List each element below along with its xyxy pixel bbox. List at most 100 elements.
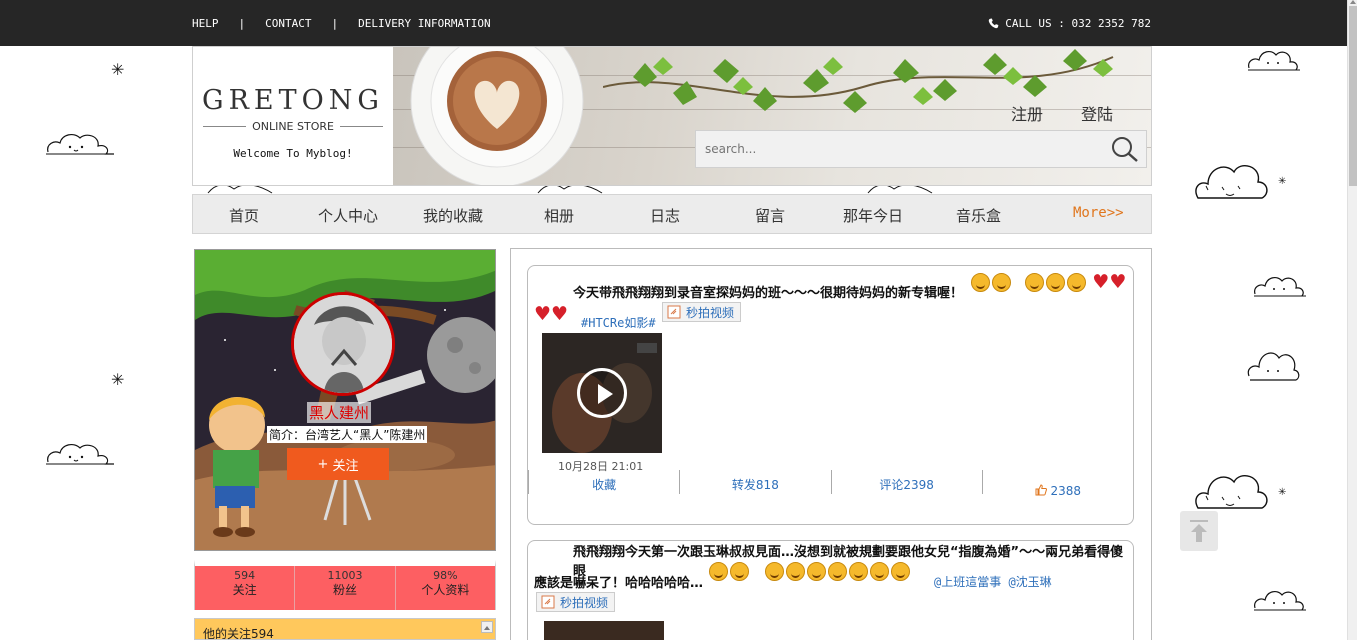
- star-doodle-icon: ✳: [1278, 176, 1287, 187]
- laughing-emoji-icon: [709, 562, 728, 581]
- cloud-doodle-icon: [1248, 50, 1300, 71]
- stat-profile-info[interactable]: 98% 个人资料: [396, 566, 495, 610]
- arrow-up-icon: [1190, 520, 1208, 542]
- search-icon[interactable]: [1108, 135, 1140, 163]
- video-thumbnail[interactable]: [544, 621, 664, 640]
- cloud-doodle-icon: [1195, 474, 1268, 509]
- repost-button[interactable]: 转发818: [679, 470, 830, 494]
- nav-more-link[interactable]: More>>: [1073, 205, 1124, 221]
- call-us: CALL US : 032 2352 782: [988, 17, 1151, 30]
- laughing-emoji-icon: [870, 562, 890, 581]
- heart-icon: ♥: [551, 303, 569, 325]
- back-to-top-button[interactable]: [1180, 511, 1218, 551]
- top-links: HELP | CONTACT | DELIVERY INFORMATION: [192, 17, 491, 30]
- phone-icon: [989, 18, 999, 29]
- avatar[interactable]: [291, 292, 395, 396]
- comment-button[interactable]: 评论2398: [830, 470, 982, 494]
- welcome-text: Welcome To Myblog!: [233, 147, 353, 160]
- heart-icon: ♥: [1109, 271, 1127, 293]
- heart-icon: ♥: [534, 303, 552, 325]
- nav-item-home[interactable]: 首页: [229, 205, 259, 226]
- laughing-emoji-icon: [730, 562, 749, 581]
- cloud-doodle-icon: [1254, 590, 1306, 611]
- nav-item-music-box[interactable]: 音乐盒: [956, 205, 1001, 226]
- stat-fans[interactable]: 11003 粉丝: [295, 566, 396, 610]
- nav-item-favorites[interactable]: 我的收藏: [423, 205, 483, 226]
- stat-label: 粉丝: [332, 583, 357, 597]
- stat-value: 11003: [327, 569, 363, 582]
- logo[interactable]: GRETONG ONLINE STORE Welcome To Myblog!: [193, 47, 393, 185]
- nav-item-on-this-day[interactable]: 那年今日: [843, 205, 903, 226]
- post-card: 飛飛翔翔今天第一次跟玉琳叔叔見面…沒想到就被規劃要跟他女兒“指腹為婚”～～兩兄弟…: [527, 540, 1134, 640]
- nav-item-diary[interactable]: 日志: [650, 205, 680, 226]
- search-input[interactable]: [696, 131, 1096, 167]
- grin-emoji-icon: [992, 273, 1011, 292]
- call-us-text: CALL US : 032 2352 782: [1005, 17, 1151, 30]
- video-link-label: 秒拍视频: [686, 305, 735, 320]
- post-emojis: ♥♥: [534, 304, 568, 324]
- avatar-image: [294, 295, 392, 393]
- top-bar: HELP | CONTACT | DELIVERY INFORMATION CA…: [0, 0, 1347, 46]
- help-link[interactable]: HELP: [192, 17, 219, 30]
- cloud-doodle-icon: [1247, 352, 1300, 381]
- video-link-button[interactable]: 秒拍视频: [536, 592, 616, 612]
- stat-label: 个人资料: [421, 583, 470, 597]
- link-icon: [541, 595, 555, 609]
- nav-item-messages[interactable]: 留言: [755, 205, 785, 226]
- search-box: [695, 130, 1147, 168]
- laughing-emoji-icon: [765, 562, 785, 581]
- login-link[interactable]: 登陆: [1081, 101, 1113, 125]
- separator: |: [238, 17, 246, 30]
- star-doodle-icon: ✳: [111, 60, 125, 79]
- delivery-information-link[interactable]: DELIVERY INFORMATION: [358, 17, 490, 30]
- panel-scroll-up-icon[interactable]: [481, 621, 493, 633]
- grin-emoji-icon: [971, 273, 990, 292]
- feed: 今天带飛飛翔翔到录音室探妈妈的班～～～很期待妈妈的新专辑喔！ ♥♥ ♥♥ #HT…: [510, 248, 1152, 640]
- auth-links: 注册 登陆: [1011, 101, 1113, 125]
- brand-name: GRETONG: [202, 85, 384, 116]
- heart-icon: ♥: [1092, 271, 1110, 293]
- laughing-emoji-icon: [849, 562, 869, 581]
- hashtag-link[interactable]: #HTCRe如影#: [581, 314, 656, 331]
- post-actions: 收藏 转发818 评论2398 2388: [528, 470, 1133, 498]
- video-thumbnail[interactable]: [542, 333, 662, 453]
- site-header: GRETONG ONLINE STORE Welcome To Myblog!: [192, 46, 1152, 186]
- post-text: 今天带飛飛翔翔到录音室探妈妈的班～～～很期待妈妈的新专辑喔！: [573, 286, 964, 301]
- post-card: 今天带飛飛翔翔到录音室探妈妈的班～～～很期待妈妈的新专辑喔！ ♥♥ ♥♥ #HT…: [527, 265, 1134, 525]
- stat-value: 98%: [433, 569, 458, 582]
- nav-item-profile-center[interactable]: 个人中心: [318, 205, 378, 226]
- laughing-emoji-icon: [891, 562, 911, 581]
- post-emojis: [708, 561, 911, 581]
- laughing-emoji-icon: [807, 562, 827, 581]
- follow-button[interactable]: + 关注: [287, 448, 389, 480]
- page-scrollbar[interactable]: [1347, 0, 1357, 640]
- collect-button[interactable]: 收藏: [528, 470, 679, 494]
- profile-card: 黑人建州 简介：台湾艺人“黑人”陈建州 + 关注: [194, 249, 496, 551]
- contact-link[interactable]: CONTACT: [265, 17, 311, 30]
- play-icon[interactable]: [577, 368, 627, 418]
- mention-links[interactable]: @上班這當事 @沈玉琳: [934, 573, 1052, 590]
- brand-subtitle: ONLINE STORE: [203, 120, 384, 133]
- stat-following[interactable]: 594 关注: [195, 566, 296, 610]
- grin-emoji-icon: [1046, 273, 1066, 292]
- grin-emoji-icon: [1025, 273, 1045, 292]
- laughing-emoji-icon: [786, 562, 806, 581]
- follow-label: 关注: [332, 458, 359, 474]
- main-nav: 首页 个人中心 我的收藏 相册 日志 留言 那年今日 音乐盒 More>>: [192, 194, 1152, 234]
- scrollbar-thumb[interactable]: [1349, 6, 1357, 186]
- following-title: 他的关注594: [203, 627, 274, 640]
- separator: |: [331, 17, 339, 30]
- stat-value: 594: [234, 569, 256, 582]
- profile-stats: 594 关注 11003 粉丝 98% 个人资料: [194, 560, 496, 610]
- post-text-line2: 應該是嚇呆了！哈哈哈哈哈…: [534, 576, 704, 591]
- cloud-doodle-icon: [46, 443, 114, 465]
- plus-icon: +: [317, 456, 329, 472]
- cloud-doodle-icon: [1254, 276, 1306, 297]
- scroll-up-arrow-icon[interactable]: [1350, 0, 1356, 4]
- video-link-button[interactable]: 秒拍视频: [662, 302, 742, 322]
- nav-item-album[interactable]: 相册: [544, 205, 574, 226]
- register-link[interactable]: 注册: [1011, 101, 1043, 125]
- like-button[interactable]: 2388: [981, 470, 1133, 498]
- profile-name[interactable]: 黑人建州: [307, 402, 372, 423]
- profile-intro: 简介：台湾艺人“黑人”陈建州: [267, 426, 428, 443]
